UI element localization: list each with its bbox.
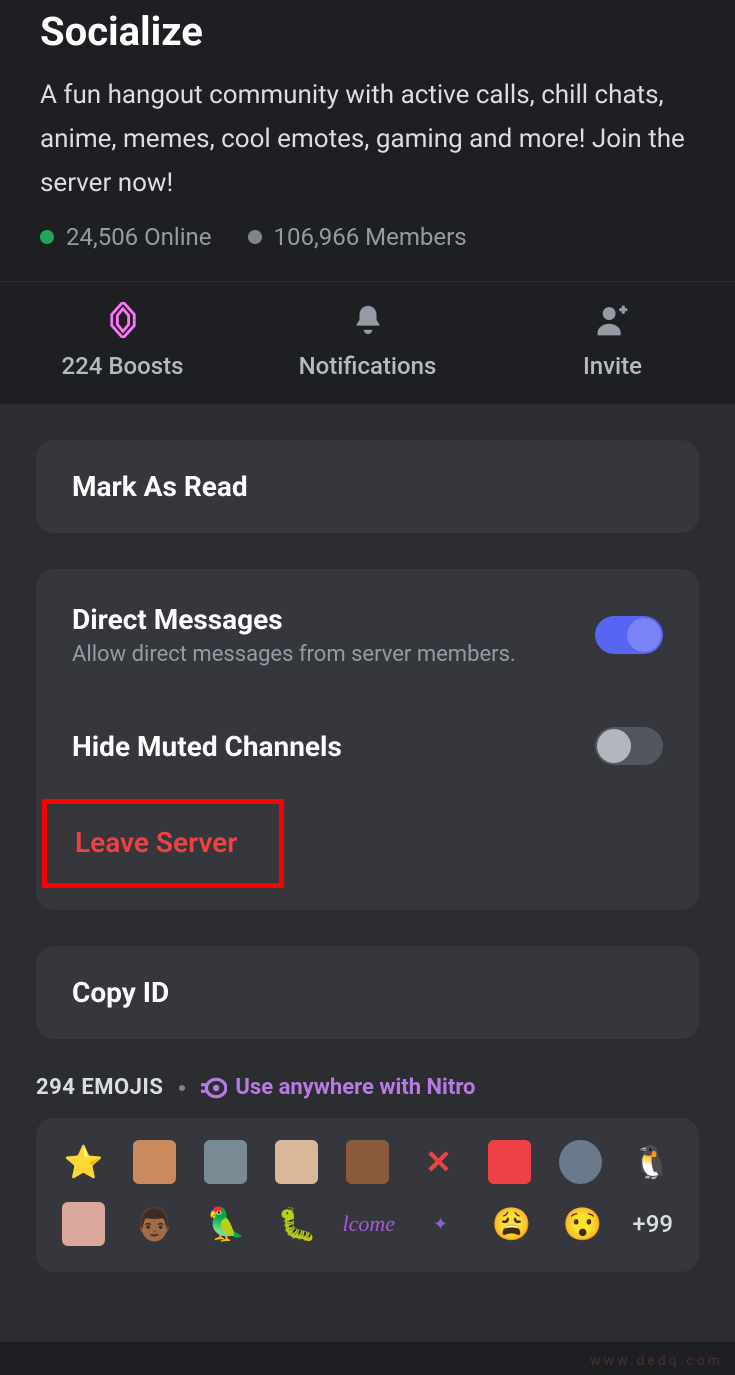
emoji-face2[interactable] [346,1140,389,1184]
mark-read-card: Mark As Read [36,440,699,533]
copy-id-label: Copy ID [72,976,169,1009]
dm-subtitle: Allow direct messages from server member… [72,642,595,667]
copy-id-card: Copy ID [36,946,699,1039]
members-dot-icon [248,230,262,244]
notifications-label: Notifications [299,352,437,380]
emoji-bird[interactable]: 🦜 [204,1202,247,1246]
mark-read-button[interactable]: Mark As Read [36,440,699,533]
settings-card: Direct Messages Allow direct messages fr… [36,569,699,910]
invite-button[interactable]: Invite [490,302,735,380]
nitro-link[interactable]: Use anywhere with Nitro [201,1075,475,1100]
emoji-welcome[interactable]: lcome [347,1202,391,1246]
emoji-red[interactable] [488,1140,531,1184]
emoji-cat[interactable] [133,1140,176,1184]
leave-server-highlight: Leave Server [42,799,284,888]
emoji-thinking[interactable]: 😯 [561,1202,604,1246]
emoji-fish[interactable] [204,1140,247,1184]
content-area: Mark As Read Direct Messages Allow direc… [0,404,735,1342]
emoji-penguin[interactable]: 🐧 [630,1140,673,1184]
server-stats: 24,506 Online 106,966 Members [40,223,695,251]
emoji-round[interactable] [559,1140,602,1184]
emoji-row-2: 👨🏾 🦜 🐛 lcome ✦ 😩 😯 +99 [62,1202,673,1246]
hide-muted-title: Hide Muted Channels [72,730,595,763]
direct-messages-row[interactable]: Direct Messages Allow direct messages fr… [36,569,699,701]
notifications-button[interactable]: Notifications [245,302,490,380]
invite-label: Invite [583,352,642,380]
invite-icon [595,302,631,338]
emoji-weary[interactable]: 😩 [490,1202,533,1246]
online-count: 24,506 Online [66,223,212,251]
members-stat: 106,966 Members [248,223,467,251]
online-dot-icon [40,230,54,244]
server-description: A fun hangout community with active call… [40,73,695,205]
members-count: 106,966 Members [274,223,467,251]
emoji-man[interactable]: 👨🏾 [133,1202,176,1246]
boost-icon [105,302,141,338]
emoji-face3[interactable] [62,1202,105,1246]
separator-dot-icon [179,1085,185,1091]
leave-server-label: Leave Server [75,826,237,859]
bell-icon [350,302,386,338]
toggle-knob [597,729,631,763]
dm-toggle[interactable] [595,616,663,654]
mark-read-label: Mark As Read [72,470,248,503]
server-name: Socialize [40,8,695,55]
emoji-header: 294 EMOJIS Use anywhere with Nitro [36,1075,699,1100]
copy-id-button[interactable]: Copy ID [36,946,699,1039]
emoji-row-1: ⭐ ✕ 🐧 [62,1140,673,1184]
emoji-star[interactable]: ⭐ [62,1140,105,1184]
toggle-knob [627,618,661,652]
watermark: www.dedq.com [590,1353,723,1369]
server-header: Socialize A fun hangout community with a… [0,0,735,281]
emoji-x[interactable]: ✕ [417,1140,460,1184]
emoji-grid: ⭐ ✕ 🐧 👨🏾 🦜 🐛 lcome ✦ 😩 😯 +99 [36,1118,699,1272]
nitro-icon [201,1077,227,1099]
emoji-sparkle[interactable]: ✦ [419,1202,462,1246]
emoji-face1[interactable] [275,1140,318,1184]
hide-muted-toggle[interactable] [595,727,663,765]
action-bar: 224 Boosts Notifications Invite [0,281,735,404]
emoji-more-count[interactable]: +99 [632,1210,673,1238]
hide-muted-row[interactable]: Hide Muted Channels [36,701,699,799]
boosts-button[interactable]: 224 Boosts [0,302,245,380]
emoji-slug[interactable]: 🐛 [276,1202,319,1246]
online-stat: 24,506 Online [40,223,212,251]
nitro-label: Use anywhere with Nitro [235,1075,475,1100]
leave-server-row[interactable]: Leave Server [36,799,699,910]
boosts-label: 224 Boosts [62,352,184,380]
emoji-count: 294 EMOJIS [36,1075,163,1100]
dm-title: Direct Messages [72,603,595,636]
